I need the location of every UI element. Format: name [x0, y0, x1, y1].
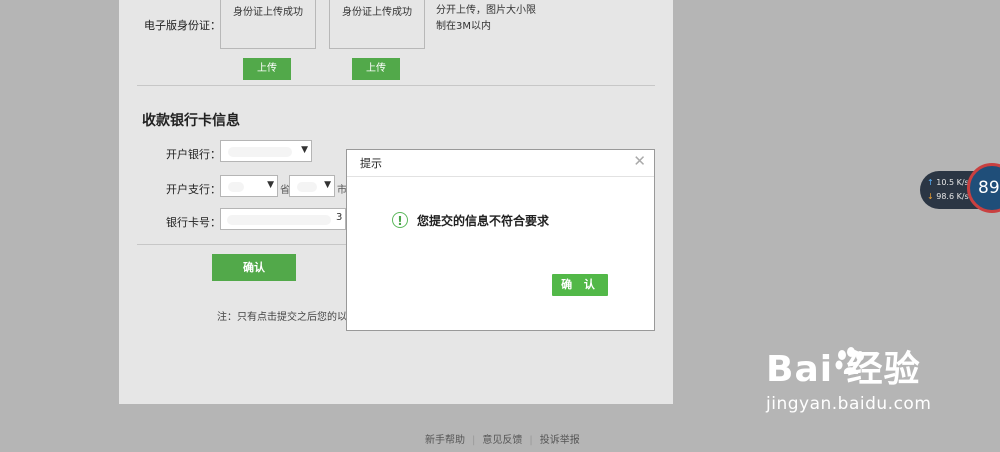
upload-hint: 分开上传，图片大小限 制在3M以内: [436, 3, 536, 35]
redacted-value: [297, 182, 317, 192]
redacted-value: [227, 215, 331, 225]
city-select[interactable]: ▼: [289, 175, 335, 197]
redacted-value: [228, 147, 292, 157]
id-upload-box-front[interactable]: 身份证上传成功: [220, 0, 316, 49]
footer-link-help[interactable]: 新手帮助: [425, 435, 465, 446]
footer-link-feedback[interactable]: 意见反馈: [482, 435, 522, 446]
id-card-label: 电子版身份证：: [144, 19, 221, 32]
upload-hint-line: 分开上传，图片大小限: [436, 5, 536, 16]
chevron-down-icon: ▼: [301, 145, 308, 155]
alert-dialog: 提示 ✕ ! 您提交的信息不符合要求 确 认: [346, 149, 655, 331]
dialog-title: 提示: [360, 157, 382, 170]
bank-select[interactable]: ▼: [220, 140, 312, 162]
gauge-value: 89: [978, 178, 1000, 198]
bank-section-title: 收款银行卡信息: [142, 113, 240, 129]
id-upload-box-back[interactable]: 身份证上传成功: [329, 0, 425, 49]
footer-separator: |: [529, 435, 533, 446]
card-number-input[interactable]: 3: [220, 208, 346, 230]
chevron-down-icon: ▼: [324, 180, 331, 190]
footer-links: 新手帮助 | 意见反馈 | 投诉举报: [425, 431, 580, 446]
submit-note: 注：只有点击提交之后您的以上: [217, 312, 357, 323]
warning-icon: !: [392, 212, 408, 228]
footer-link-report[interactable]: 投诉举报: [540, 435, 580, 446]
redacted-value: [228, 182, 244, 192]
dialog-header: 提示 ✕: [347, 150, 654, 177]
footer-separator: |: [472, 435, 476, 446]
section-divider: [137, 85, 655, 86]
close-icon[interactable]: ✕: [633, 153, 646, 169]
upload-hint-line: 制在3M以内: [436, 21, 491, 32]
upload-button-back[interactable]: 上传: [352, 58, 400, 80]
dialog-message: 您提交的信息不符合要求: [417, 214, 550, 228]
branch-label: 开户支行：: [166, 183, 221, 196]
dialog-confirm-button[interactable]: 确 认: [552, 274, 608, 296]
card-number-label: 银行卡号：: [166, 216, 221, 229]
watermark-url: jingyan.baidu.com: [766, 394, 932, 414]
confirm-button[interactable]: 确认: [212, 254, 296, 281]
bank-label: 开户银行：: [166, 148, 221, 161]
id-upload-status: 身份证上传成功: [342, 7, 412, 18]
upload-button-front[interactable]: 上传: [243, 58, 291, 80]
province-select[interactable]: ▼: [220, 175, 278, 197]
download-speed: 98.6: [936, 192, 955, 201]
upload-speed: 10.5: [936, 178, 955, 187]
download-arrow-icon: ↓: [927, 192, 934, 201]
baidu-jingyan-watermark: Bai 经验 jingyan.baidu.com: [766, 340, 931, 414]
upload-arrow-icon: ↑: [927, 178, 934, 187]
watermark-logo: Bai 经验: [766, 349, 921, 390]
card-number-tail: 3: [336, 212, 343, 223]
id-upload-status: 身份证上传成功: [233, 7, 303, 18]
chevron-down-icon: ▼: [267, 180, 274, 190]
